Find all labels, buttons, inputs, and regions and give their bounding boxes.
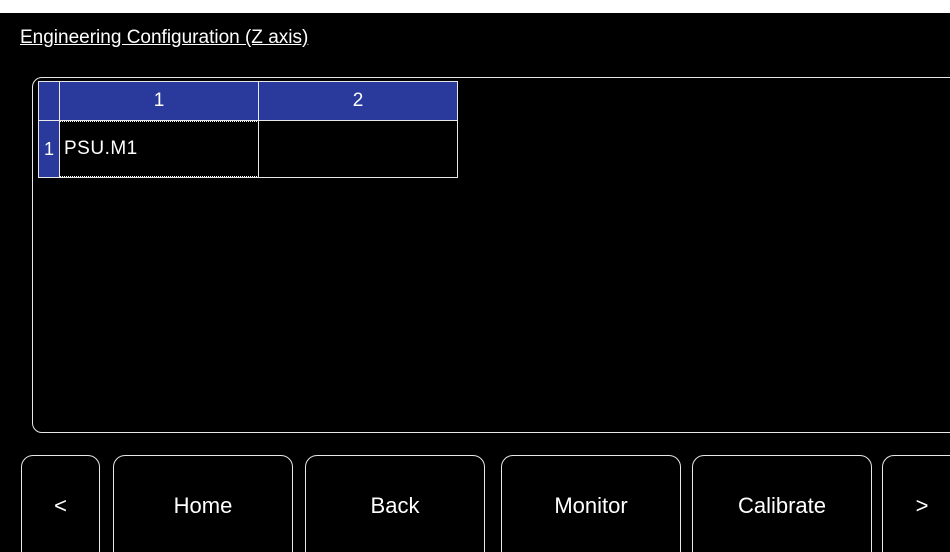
back-button[interactable]: Back: [305, 455, 485, 552]
top-strip: [0, 0, 950, 13]
column-header-2[interactable]: 2: [258, 81, 458, 121]
row-header-1[interactable]: 1: [38, 120, 60, 178]
next-button[interactable]: >: [882, 455, 950, 552]
calibrate-button[interactable]: Calibrate: [692, 455, 872, 552]
grid-corner-cell: [38, 81, 60, 121]
grid-cell-1-1[interactable]: PSU.M1: [59, 120, 259, 178]
home-button[interactable]: Home: [113, 455, 293, 552]
table-row: 1 PSU.M1: [38, 120, 458, 178]
grid-header-row: 1 2: [38, 81, 458, 121]
page-title: Engineering Configuration (Z axis): [20, 27, 309, 48]
grid-cell-1-2[interactable]: [258, 120, 458, 178]
grid-panel: 1 2 1 PSU.M1: [32, 77, 950, 433]
column-header-1[interactable]: 1: [59, 81, 259, 121]
screen: Engineering Configuration (Z axis) 1 2 1…: [0, 0, 950, 552]
config-grid: 1 2 1 PSU.M1: [38, 81, 458, 178]
previous-button[interactable]: <: [21, 455, 100, 552]
grid-cell-1-1-value[interactable]: PSU.M1: [59, 121, 259, 177]
monitor-button[interactable]: Monitor: [501, 455, 681, 552]
